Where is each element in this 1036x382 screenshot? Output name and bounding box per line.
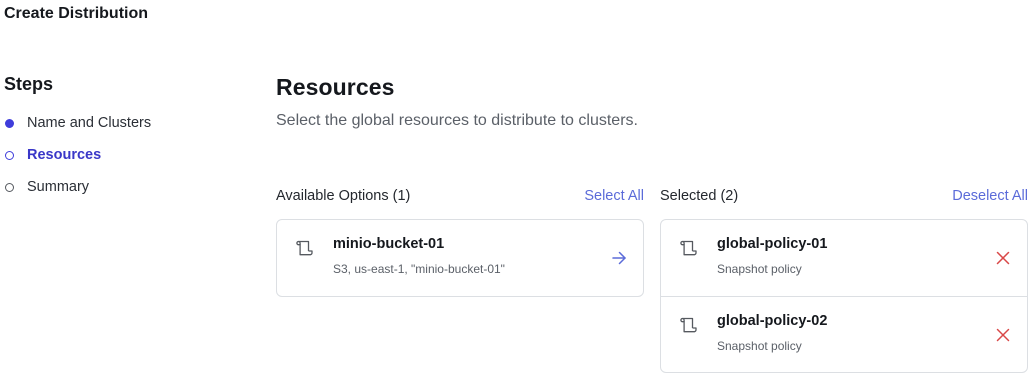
resource-detail: S3, us-east-1, "minio-bucket-01": [333, 262, 505, 276]
resource-name: global-policy-02: [717, 313, 828, 329]
resource-detail: Snapshot policy: [717, 339, 802, 353]
available-options-header: Available Options (1) Select All: [276, 184, 644, 208]
scroll-icon: [679, 315, 699, 335]
step-label: Name and Clusters: [27, 115, 152, 131]
step-pending-icon: [5, 182, 14, 192]
step-label: Summary: [27, 179, 90, 195]
list-item[interactable]: global-policy-01 Snapshot policy: [661, 220, 1027, 296]
deselect-all-button[interactable]: Deselect All: [952, 188, 1028, 204]
steps-nav: Steps Name and Clusters Resources Summar…: [4, 74, 234, 203]
main-content: Resources Select the global resources to…: [276, 74, 1028, 373]
arrow-right-icon[interactable]: [609, 248, 629, 268]
step-current-icon: [5, 150, 14, 160]
selected-title: Selected (2): [660, 188, 739, 204]
selected-list: global-policy-01 Snapshot policy global-…: [660, 219, 1028, 373]
scroll-icon: [295, 238, 315, 258]
step-label: Resources: [27, 147, 102, 163]
page-title: Create Distribution: [4, 5, 149, 22]
step-summary[interactable]: Summary: [4, 171, 234, 203]
list-item[interactable]: global-policy-02 Snapshot policy: [661, 296, 1027, 372]
section-description: Select the global resources to distribut…: [276, 112, 638, 129]
close-icon[interactable]: [993, 248, 1013, 268]
selected-panel: Selected (2) Deselect All global-policy-…: [660, 184, 1028, 373]
available-options-title: Available Options (1): [276, 188, 411, 204]
steps-title: Steps: [4, 74, 54, 94]
available-options-list: minio-bucket-01 S3, us-east-1, "minio-bu…: [276, 219, 644, 297]
section-title: Resources: [276, 74, 395, 100]
resource-name: minio-bucket-01: [333, 236, 445, 252]
close-icon[interactable]: [993, 325, 1013, 345]
available-options-panel: Available Options (1) Select All minio-b…: [276, 184, 644, 297]
list-item[interactable]: minio-bucket-01 S3, us-east-1, "minio-bu…: [277, 220, 643, 296]
resource-name: global-policy-01: [717, 236, 828, 252]
resource-detail: Snapshot policy: [717, 262, 802, 276]
scroll-icon: [679, 238, 699, 258]
step-resources[interactable]: Resources: [4, 139, 234, 171]
step-name-and-clusters[interactable]: Name and Clusters: [4, 107, 234, 139]
step-complete-icon: [5, 118, 14, 128]
selected-header: Selected (2) Deselect All: [660, 184, 1028, 208]
select-all-button[interactable]: Select All: [584, 188, 644, 204]
